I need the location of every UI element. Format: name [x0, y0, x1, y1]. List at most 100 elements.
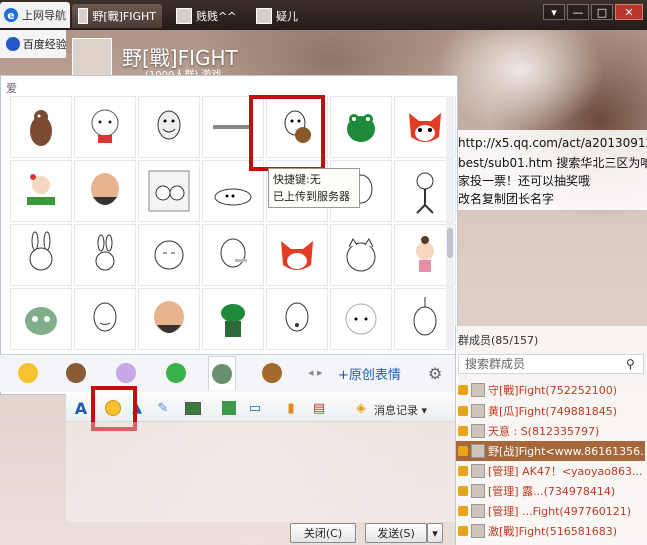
minimize-button[interactable]: — [567, 4, 589, 20]
bookmark-bar: 百度经验 [0, 30, 66, 58]
bookmark-label[interactable]: 百度经验 [23, 36, 66, 52]
screenshot-icon[interactable]: ▭ [246, 399, 264, 417]
emoji-cell[interactable] [138, 288, 200, 350]
emoji-cell[interactable] [138, 160, 200, 222]
avatar [471, 383, 485, 397]
tab-chat-yier[interactable]: 疑儿 [250, 4, 310, 28]
send-options-button[interactable]: ▾ [427, 523, 443, 543]
avatar [471, 484, 485, 498]
font-icon[interactable]: A [72, 399, 90, 418]
category-tab[interactable] [62, 360, 90, 386]
close-button[interactable]: 关闭(C) [290, 523, 356, 543]
round-face-emoji-icon [154, 240, 184, 270]
calendar-icon[interactable]: ▤ [310, 399, 328, 417]
member-row[interactable]: 激[戰]Fight(516581683) [456, 521, 645, 541]
browser-tab[interactable]: e 上网导航 [0, 2, 70, 28]
close-window-button[interactable]: ✕ [615, 4, 643, 20]
member-name: [管理] 露...(734978414) [488, 485, 616, 498]
avatar [176, 8, 192, 24]
crown-icon [458, 466, 468, 476]
emoji-cell[interactable] [74, 96, 136, 158]
bunny-emoji-icon [29, 231, 53, 271]
member-row[interactable]: [管理] AK47！<yaoyao863... [456, 461, 645, 481]
emoji-cell[interactable] [330, 288, 392, 350]
ie-icon: e [4, 8, 18, 22]
green-monster-emoji-icon [25, 307, 57, 335]
highlight-frame [249, 95, 325, 171]
window-controls: ▾ — □ ✕ [543, 4, 643, 20]
category-scroll-arrows[interactable]: ◂ ▸ [308, 366, 323, 379]
comic-emoji-icon [148, 170, 190, 212]
emoji-cell[interactable] [74, 160, 136, 222]
member-row[interactable]: 天意 : S(812335797) [456, 421, 645, 441]
category-tab[interactable] [14, 360, 42, 386]
smiley-icon [18, 363, 38, 383]
record-icon[interactable]: ◈ [352, 399, 370, 417]
emoji-scroll-thumb[interactable] [447, 228, 453, 258]
emoji-cell[interactable] [10, 160, 72, 222]
message-record-label: 消息记录 [374, 404, 418, 417]
avatar [471, 404, 485, 418]
emoji-grid [10, 96, 456, 350]
category-tab-active[interactable] [208, 356, 236, 390]
gear-icon[interactable]: ⚙ [428, 364, 448, 384]
member-row[interactable]: [管理] ...Fight(497760121) [456, 501, 645, 521]
chart-icon[interactable]: ▮ [282, 399, 300, 417]
music-icon[interactable] [220, 399, 238, 417]
member-row[interactable]: [管理] 露...(734978414) [456, 481, 645, 501]
edit-icon[interactable]: ✎ [154, 399, 172, 417]
rage-face-smug-emoji-icon [93, 302, 117, 332]
bear-icon [262, 363, 282, 383]
cat-face-emoji-icon [346, 238, 376, 272]
image-icon[interactable] [184, 399, 202, 417]
emoji-cell[interactable] [202, 224, 264, 286]
message-record-button[interactable]: 消息记录 ▾ [374, 402, 427, 418]
original-emoji-link[interactable]: +原创表情 [338, 364, 401, 383]
bald-man-emoji-icon [91, 173, 119, 205]
avatar [471, 444, 485, 458]
category-tab[interactable] [258, 360, 286, 386]
tab-chat-fight[interactable]: 野[戰]FIGHT [72, 4, 162, 28]
category-tab[interactable] [162, 360, 190, 386]
group-avatar[interactable] [72, 38, 112, 78]
emoji-cell[interactable] [10, 224, 72, 286]
member-row[interactable]: 黄[瓜]Fight(749881845) [456, 401, 645, 421]
girl-emoji-icon [27, 174, 55, 205]
maximize-button[interactable]: □ [591, 4, 613, 20]
tooltip-uploaded: 已上传到服务器 [273, 190, 350, 203]
emoji-cell[interactable] [330, 224, 392, 286]
avatar [471, 524, 485, 538]
standing-rage-emoji-icon [416, 172, 434, 214]
message-line: http://x5.qq.com/act/a20130912 [458, 136, 647, 150]
bald-man-laugh-emoji-icon [154, 301, 184, 333]
emoji-cell[interactable] [74, 288, 136, 350]
emoji-scrollbar[interactable] [446, 96, 454, 350]
category-tab[interactable] [112, 360, 140, 386]
emoji-cell[interactable] [266, 224, 328, 286]
bunny-small-emoji-icon [95, 234, 115, 271]
send-button[interactable]: 发送(S) [365, 523, 427, 543]
emoji-cell[interactable] [138, 96, 200, 158]
emoji-category-label: 爱 [6, 82, 17, 95]
menu-button[interactable]: ▾ [543, 4, 565, 20]
message-input[interactable] [66, 422, 458, 522]
tab-chat-jianjian[interactable]: 贱贱^^ [170, 4, 246, 28]
avatar [471, 424, 485, 438]
emoji-cell[interactable] [266, 288, 328, 350]
emoji-cell[interactable] [10, 96, 72, 158]
emoji-cell[interactable] [202, 288, 264, 350]
emoji-tooltip: 快捷键:无 已上传到服务器 [268, 168, 360, 208]
member-name: 天意 : S(812335797) [488, 425, 600, 438]
search-icon[interactable]: ⚲ [626, 357, 635, 371]
member-search-input[interactable]: 搜索群成员 [458, 354, 644, 374]
emoji-cell[interactable] [74, 224, 136, 286]
emoji-cell[interactable] [330, 96, 392, 158]
monkey-icon [66, 363, 86, 383]
member-row[interactable]: 守[戰]Fight(752252100) [456, 380, 645, 400]
member-row-selected[interactable]: 野[战]Fight<www.86161356... [456, 441, 645, 461]
message-line: 家投一票！还可以抽奖哦 [458, 174, 591, 188]
avatar [471, 464, 485, 478]
crown-icon [458, 446, 468, 456]
emoji-cell[interactable] [10, 288, 72, 350]
emoji-cell[interactable] [138, 224, 200, 286]
